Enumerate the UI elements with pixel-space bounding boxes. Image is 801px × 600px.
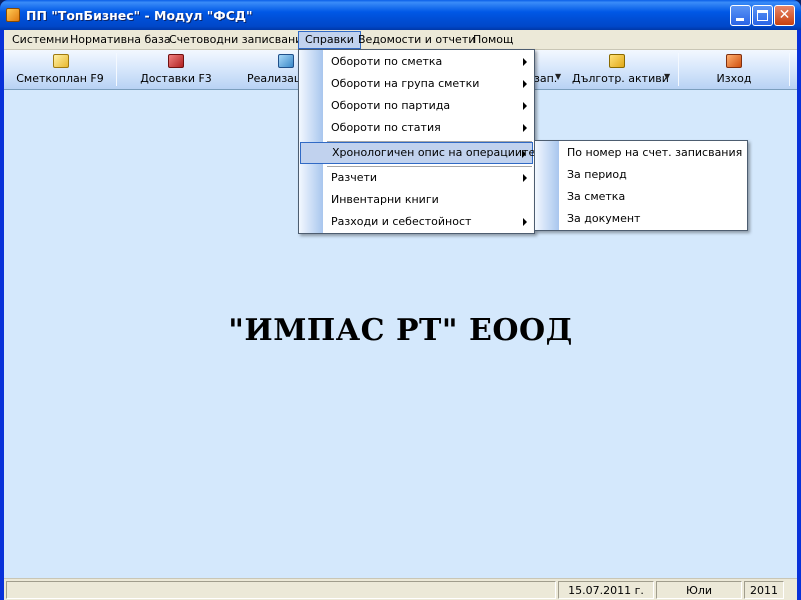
menu-normativna-baza[interactable]: Нормативна база (64, 31, 177, 49)
menu-item-label: Обороти по партида (331, 99, 451, 112)
folder-document-icon (53, 54, 69, 68)
maximize-icon (757, 10, 768, 21)
toolbar-izhod-button[interactable]: Изход (694, 50, 774, 89)
submenu-arrow-icon (523, 124, 527, 132)
menu-item-oboroti-po-smetka[interactable]: Обороти по сметка (300, 51, 533, 73)
menu-item-hronologichen-opis[interactable]: Хронологичен опис на операциите (300, 142, 536, 164)
status-date: 15.07.2011 г. (558, 581, 654, 599)
submenu-arrow-icon (523, 218, 527, 226)
menu-item-inventarni-knigi[interactable]: Инвентарни книги (300, 189, 533, 211)
toolbar-dalgotr-aktivi-button[interactable]: Дълготр. активи (567, 50, 669, 89)
size-grip-icon[interactable] (786, 581, 796, 599)
menu-item-label: Инвентарни книги (331, 193, 439, 206)
app-icon[interactable] (6, 8, 20, 22)
menu-item-razcheti[interactable]: Разчети (300, 167, 533, 189)
submenu-item-za-period[interactable]: За период (536, 164, 746, 186)
submenu-arrow-icon (522, 150, 526, 158)
menu-item-label: Разходи и себестойност (331, 215, 472, 228)
minimize-icon (736, 18, 744, 21)
menu-bar: Системни Нормативна база Счетоводни запи… (4, 30, 797, 50)
menu-vedomosti-i-otcheti[interactable]: Ведомости и отчети (352, 31, 481, 49)
toolbar-separator (116, 53, 117, 86)
toolbar-label: Реализаци (247, 72, 309, 85)
application-window: ПП "ТопБизнес" - Модул "ФСД" ✕ Системни … (0, 0, 801, 600)
company-name: "ИМПАС РТ" ЕООД (228, 313, 573, 348)
submenu-item-za-smetka[interactable]: За сметка (536, 186, 746, 208)
minimize-button[interactable] (730, 5, 751, 26)
toolbar-label: Дълготр. активи (572, 72, 669, 85)
exit-icon (726, 54, 742, 68)
status-year: 2011 (744, 581, 784, 599)
menu-item-label: Обороти по сметка (331, 55, 443, 68)
menu-item-label: Хронологичен опис на операциите (332, 146, 536, 159)
toolbar-label: Доставки F3 (140, 72, 212, 85)
menu-item-oboroti-na-grupa-smetki[interactable]: Обороти на група сметки (300, 73, 533, 95)
chevron-down-icon[interactable]: ▼ (664, 72, 670, 81)
close-button[interactable]: ✕ (774, 5, 795, 26)
spravki-menu: Обороти по сметка Обороти на група сметк… (298, 49, 535, 234)
status-pane-main (6, 581, 556, 599)
folder-icon (609, 54, 625, 68)
toolbar-separator (789, 53, 790, 86)
submenu-arrow-icon (523, 174, 527, 182)
close-icon: ✕ (778, 7, 791, 23)
menu-item-oboroti-po-statiya[interactable]: Обороти по статия (300, 117, 533, 139)
menu-item-label: Обороти на група сметки (331, 77, 480, 90)
menu-schetovodni-zapisvaniya[interactable]: Счетоводни записвания (163, 31, 315, 49)
toolbar-zapisi-button[interactable]: зап. (534, 50, 564, 89)
toolbar-dostavki-button[interactable]: Доставки F3 (132, 50, 220, 89)
submenu-arrow-icon (523, 58, 527, 66)
hronologichen-opis-submenu: По номер на счет. записвания За период З… (534, 140, 748, 231)
sales-icon (278, 54, 294, 68)
status-bar: 15.07.2011 г. Юли 2011 (4, 578, 797, 600)
menu-item-oboroti-po-partida[interactable]: Обороти по партида (300, 95, 533, 117)
submenu-item-po-nomer[interactable]: По номер на счет. записвания (536, 142, 746, 164)
menu-item-label: Обороти по статия (331, 121, 441, 134)
menu-item-label: Разчети (331, 171, 378, 184)
title-bar[interactable]: ПП "ТопБизнес" - Модул "ФСД" ✕ (0, 0, 801, 30)
truck-icon (168, 54, 184, 68)
chevron-down-icon[interactable]: ▼ (555, 72, 561, 81)
submenu-item-za-dokument[interactable]: За документ (536, 208, 746, 230)
window-title: ПП "ТопБизнес" - Модул "ФСД" (26, 8, 253, 23)
status-month: Юли (656, 581, 742, 599)
menu-pomosht[interactable]: Помощ (467, 31, 519, 49)
toolbar-label: Изход (716, 72, 752, 85)
submenu-arrow-icon (523, 80, 527, 88)
menu-item-razhodi-i-sebestoynost[interactable]: Разходи и себестойност (300, 211, 533, 233)
toolbar-smetkoplan-button[interactable]: Сметкоплан F9 (8, 50, 112, 89)
toolbar-label: Сметкоплан F9 (16, 72, 104, 85)
maximize-button[interactable] (752, 5, 773, 26)
toolbar-separator (678, 53, 679, 86)
toolbar-realizatsii-button[interactable]: Реализаци (240, 50, 309, 89)
submenu-arrow-icon (523, 102, 527, 110)
